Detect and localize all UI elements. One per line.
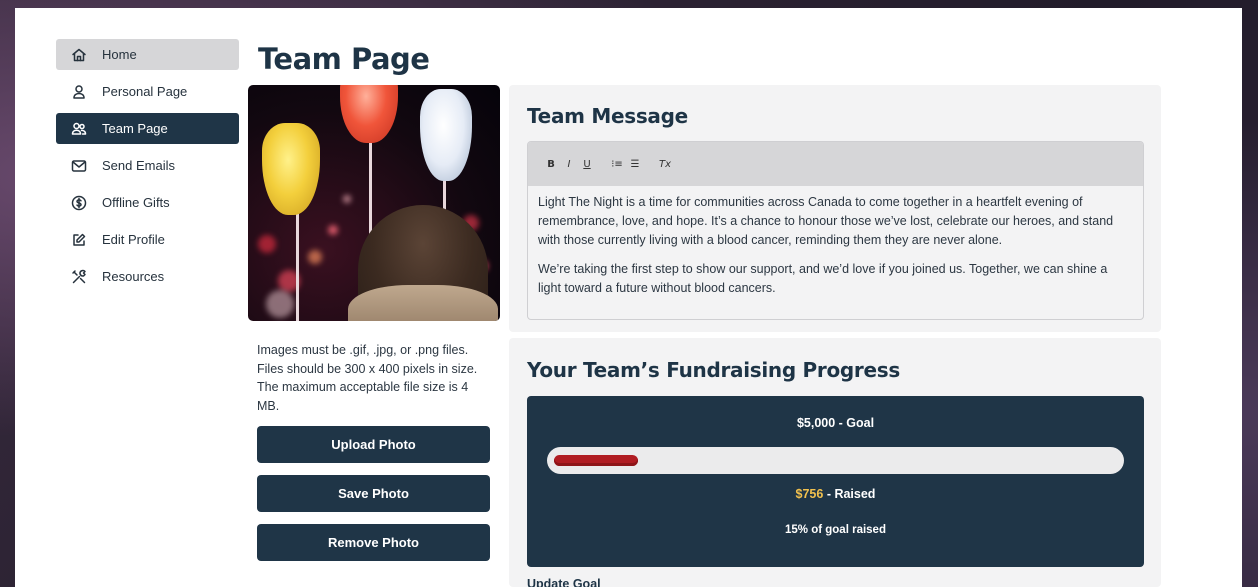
progress-fill <box>554 455 638 466</box>
raised-amount: $756 <box>795 487 824 501</box>
team-photo <box>248 85 500 321</box>
sidebar-item-team-page[interactable]: Team Page <box>56 113 239 144</box>
progress-card: $5,000 - Goal $756 - Raised 15% of goal … <box>527 396 1144 567</box>
goal-label: $5,000 - Goal <box>796 416 875 430</box>
editor-toolbar: B I U ⁝≡ ☰ Tx <box>528 142 1143 186</box>
message-paragraph: Light The Night is a time for communitie… <box>538 195 1114 247</box>
fundraising-progress-title: Your Team’s Fundraising Progress <box>527 358 900 382</box>
tools-icon <box>70 268 88 286</box>
update-goal-label: Update Goal <box>527 577 601 587</box>
sidebar-item-label: Send Emails <box>102 158 175 173</box>
sidebar-item-label: Edit Profile <box>102 232 165 247</box>
raised-label: $756 - Raised <box>527 487 1144 501</box>
sidebar-item-home[interactable]: Home <box>56 39 239 70</box>
message-paragraph: We’re taking the first step to show our … <box>538 262 1108 295</box>
mail-icon <box>70 157 88 175</box>
editor-content[interactable]: Light The Night is a time for communitie… <box>528 186 1143 298</box>
sidebar-item-label: Team Page <box>102 121 168 136</box>
sidebar-item-resources[interactable]: Resources <box>56 261 239 292</box>
underline-button[interactable]: U <box>578 159 596 170</box>
bold-button[interactable]: B <box>542 159 560 170</box>
bullet-list-button[interactable]: ☰ <box>626 159 644 170</box>
team-message-editor[interactable]: B I U ⁝≡ ☰ Tx Light The Night is a time … <box>527 141 1144 320</box>
percent-raised-label: 15% of goal raised <box>785 524 886 536</box>
clear-format-button[interactable]: Tx <box>656 159 674 170</box>
upload-photo-button[interactable]: Upload Photo <box>257 426 490 463</box>
sidebar-item-send-emails[interactable]: Send Emails <box>56 150 239 181</box>
raised-suffix: - Raised <box>823 487 876 501</box>
sidebar-item-edit-profile[interactable]: Edit Profile <box>56 224 239 255</box>
sidebar: Home Personal Page Team Page Send Emails… <box>56 39 239 298</box>
home-icon <box>70 46 88 64</box>
dollar-icon <box>70 194 88 212</box>
team-message-title: Team Message <box>527 104 688 128</box>
sidebar-item-personal-page[interactable]: Personal Page <box>56 76 239 107</box>
sidebar-item-label: Resources <box>102 269 165 284</box>
italic-button[interactable]: I <box>560 159 578 170</box>
photo-requirements-note: Images must be .gif, .jpg, or .png files… <box>257 343 478 413</box>
sidebar-item-label: Personal Page <box>102 84 188 99</box>
remove-photo-button[interactable]: Remove Photo <box>257 524 490 561</box>
sidebar-item-offline-gifts[interactable]: Offline Gifts <box>56 187 239 218</box>
progress-track <box>547 447 1124 474</box>
team-message-panel: Team Message B I U ⁝≡ ☰ Tx Light The Nig… <box>509 85 1161 332</box>
ordered-list-button[interactable]: ⁝≡ <box>608 159 626 170</box>
page-title: Team Page <box>258 42 430 76</box>
users-icon <box>70 120 88 138</box>
save-photo-button[interactable]: Save Photo <box>257 475 490 512</box>
edit-icon <box>70 231 88 249</box>
sidebar-item-label: Offline Gifts <box>102 195 170 210</box>
team-page-window: Home Personal Page Team Page Send Emails… <box>15 8 1242 587</box>
user-icon <box>70 83 88 101</box>
fundraising-progress-panel: Your Team’s Fundraising Progress $5,000 … <box>509 338 1161 587</box>
sidebar-item-label: Home <box>102 47 137 62</box>
